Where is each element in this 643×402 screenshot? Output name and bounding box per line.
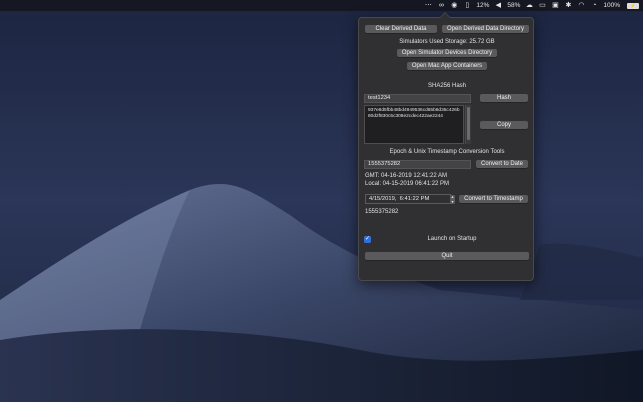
local-date-text: Local: 04-15-2019 06:41:22 PM [365, 181, 450, 187]
cloud-icon[interactable]: ☁ [525, 2, 533, 9]
hash-output-textarea[interactable]: 937e8d5fbb48bd4949536cd65b8d35c426b80d2f… [364, 105, 464, 144]
hash-button[interactable]: Hash [480, 94, 528, 102]
quit-button[interactable]: Quit [365, 252, 529, 260]
desert-dunes-wallpaper [0, 0, 643, 402]
open-mac-app-containers-button[interactable]: Open Mac App Containers [407, 62, 487, 70]
bluetooth-icon[interactable]: ✱ [564, 2, 572, 9]
volume-icon[interactable]: ◀ [494, 2, 502, 9]
date-stepper[interactable]: ▲ ▼ [450, 195, 455, 204]
cpu-usage[interactable]: 12% [476, 0, 489, 11]
hash-output-scroll-thumb[interactable] [467, 107, 470, 140]
battery-icon[interactable]: ⚡ [627, 2, 639, 9]
display-icon[interactable]: ▭ [538, 2, 546, 9]
epoch-input[interactable]: 1555375282 [364, 160, 471, 169]
launch-on-startup-label[interactable]: Launch on Startup [359, 235, 535, 243]
desktop-wallpaper [0, 0, 643, 402]
hash-output-scrollbar[interactable] [465, 105, 471, 144]
open-derived-data-directory-button[interactable]: Open Derived Data Directory [442, 25, 529, 33]
simulators-storage-text: Simulators Used Storage: 25.72 GB [399, 39, 495, 45]
menu-bar: ⋯ ∞ ◉ ▯ 12% ◀ 58% ☁ ▭ ▣ ✱ ◠ ◔ 100% ⚡ [0, 0, 643, 11]
window-icon[interactable]: ▣ [551, 2, 559, 9]
battery-main-percent[interactable]: 100% [603, 0, 620, 11]
convert-to-timestamp-button[interactable]: Convert to Timestamp [459, 195, 528, 203]
app-status-icon[interactable]: ◉ [450, 2, 458, 9]
gmt-date-text: GMT: 04-16-2019 12:41:22 AM [365, 173, 448, 179]
stepper-down-icon[interactable]: ▼ [450, 200, 455, 205]
copy-button[interactable]: Copy [480, 121, 528, 129]
timestamp-result-text: 1555375282 [365, 209, 399, 215]
more-icon[interactable]: ⋯ [424, 2, 432, 9]
wifi-icon[interactable]: ◠ [577, 2, 585, 9]
battery-percent[interactable]: 58% [507, 0, 520, 11]
devtools-popover: Clear Derived Data Open Derived Data Dir… [358, 12, 535, 281]
clock-icon[interactable]: ◔ [590, 2, 598, 9]
hash-input[interactable]: test1234 [364, 94, 471, 103]
convert-to-date-button[interactable]: Convert to Date [476, 160, 528, 168]
sha256-section-title: SHA256 Hash [427, 83, 467, 89]
open-simulator-devices-directory-button[interactable]: Open Simulator Devices Directory [397, 49, 497, 57]
epoch-section-title: Epoch & Unix Timestamp Conversion Tools [389, 149, 505, 155]
clear-derived-data-button[interactable]: Clear Derived Data [365, 25, 437, 33]
date-time-picker[interactable]: 4/15/2019, 6:41:22 PM [365, 194, 451, 204]
glasses-icon[interactable]: ∞ [437, 2, 445, 9]
thermometer-icon[interactable]: ▯ [463, 2, 471, 9]
